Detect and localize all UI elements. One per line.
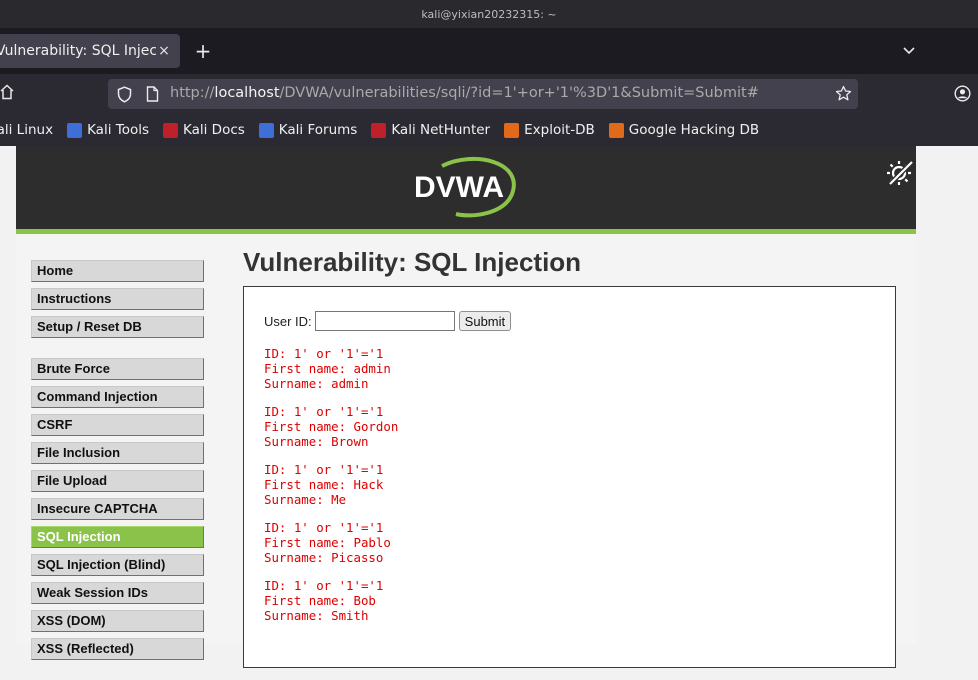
nethunter-icon <box>371 122 387 138</box>
submit-button[interactable]: Submit <box>458 311 512 331</box>
page-title: Vulnerability: SQL Injection <box>243 247 582 277</box>
url-scheme: http:// <box>170 85 215 101</box>
result-id: ID: 1' or '1'='1 <box>264 346 384 361</box>
menu-item-command-injection[interactable]: Command Injection <box>31 386 204 408</box>
result-first-name: First name: Hack <box>264 477 384 492</box>
result-first-name: First name: Pablo <box>264 535 391 550</box>
logo-text: DVWA <box>414 171 504 204</box>
result-record: ID: 1' or '1'='1 First name: Bob Surname: … <box>264 578 398 623</box>
tab-strip: Vulnerability: SQL Injectio × + <box>0 28 978 74</box>
bookmark-kali-tools[interactable]: Kali Tools <box>67 122 149 138</box>
vulnerable-code-area: User ID: Submit ID: 1' or '1'='1 First na… <box>243 286 896 668</box>
result-surname: Surname: Me <box>264 492 347 507</box>
exploit-db-icon <box>504 122 520 138</box>
bookmark-star-icon[interactable] <box>835 85 852 106</box>
kali-docs-icon <box>163 122 178 138</box>
bookmark-exploit-db[interactable]: Exploit-DB <box>504 122 595 138</box>
bookmark-label: Kali NetHunter <box>391 122 491 138</box>
bookmark-label: Kali Linux <box>0 122 54 138</box>
result-id: ID: 1' or '1'='1 <box>264 404 384 419</box>
result-first-name: First name: Bob <box>264 593 376 608</box>
window-title-bar: kali@yixian20232315: ~ <box>0 0 978 28</box>
dvwa-logo: DVWA <box>412 156 524 226</box>
bookmark-label: Kali Forums <box>278 122 358 138</box>
page-right-margin <box>916 146 978 644</box>
list-all-tabs-icon[interactable] <box>898 40 920 62</box>
menu-item-file-inclusion[interactable]: File Inclusion <box>31 442 204 464</box>
ghdb-icon <box>608 122 624 138</box>
kali-tools-icon <box>67 122 83 138</box>
result-first-name: First name: Gordon <box>264 419 399 434</box>
result-surname: Surname: Picasso <box>264 550 384 565</box>
result-surname: Surname: Smith <box>264 608 369 623</box>
url-path: /DVWA/vulnerabilities/sqli/?id=1'+or+'1'… <box>279 85 759 101</box>
main-content: Vulnerability: SQL Injection User ID: Su… <box>243 246 896 668</box>
menu-item-sql-injection-blind[interactable]: SQL Injection (Blind) <box>31 554 204 576</box>
sqli-form: User ID: Submit <box>264 311 512 331</box>
menu-block-general: Home Instructions Setup / Reset DB <box>31 260 204 338</box>
bookmark-label: Kali Docs <box>183 122 245 138</box>
bookmark-ghdb[interactable]: Google Hacking DB <box>608 122 760 138</box>
tab-close-icon[interactable]: × <box>156 43 172 59</box>
main-menu: Home Instructions Setup / Reset DB Brute F… <box>31 260 204 680</box>
url-bar[interactable]: http://localhost/DVWA/vulnerabilities/sq… <box>108 79 858 109</box>
bookmark-nethunter[interactable]: Kali NetHunter <box>371 122 490 138</box>
menu-item-xss-reflected[interactable]: XSS (Reflected) <box>31 638 204 660</box>
result-record: ID: 1' or '1'='1 First name: Hack Surname:… <box>264 462 398 507</box>
url-text[interactable]: http://localhost/DVWA/vulnerabilities/sq… <box>170 85 759 101</box>
menu-item-instructions[interactable]: Instructions <box>31 288 204 310</box>
dvwa-header: DVWA <box>16 146 916 234</box>
result-id: ID: 1' or '1'='1 <box>264 462 384 477</box>
menu-block-vulnerabilities: Brute Force Command Injection CSRF File Inc… <box>31 358 204 660</box>
new-tab-button[interactable]: + <box>192 40 214 62</box>
user-id-input[interactable] <box>314 311 455 331</box>
theme-toggle-icon[interactable] <box>886 158 916 192</box>
url-host: localhost <box>214 85 280 101</box>
user-id-label: User ID: <box>264 313 312 329</box>
navigation-bar: http://localhost/DVWA/vulnerabilities/sq… <box>0 74 978 114</box>
query-results: ID: 1' or '1'='1 First name: admin Surname… <box>264 346 398 636</box>
bookmarks-toolbar: Kali Linux Kali Tools Kali Docs Kali Forums… <box>0 114 978 146</box>
bookmark-kali-forums[interactable]: Kali Forums <box>258 122 358 138</box>
window-title: kali@yixian20232315: ~ <box>421 7 557 21</box>
menu-item-xss-dom[interactable]: XSS (DOM) <box>31 610 204 632</box>
menu-item-brute-force[interactable]: Brute Force <box>31 358 204 380</box>
menu-item-csrf[interactable]: CSRF <box>31 414 204 436</box>
tab-title: Vulnerability: SQL Injectio <box>0 43 156 59</box>
result-record: ID: 1' or '1'='1 First name: Pablo Surname… <box>264 520 398 565</box>
menu-item-weak-session-ids[interactable]: Weak Session IDs <box>31 582 204 604</box>
bookmark-kali[interactable]: Kali Linux <box>0 122 53 138</box>
account-icon[interactable] <box>954 85 971 106</box>
tab-active[interactable]: Vulnerability: SQL Injectio × <box>0 34 180 68</box>
menu-item-setup-reset-db[interactable]: Setup / Reset DB <box>31 316 204 338</box>
menu-item-home[interactable]: Home <box>31 260 204 282</box>
page-viewport: DVWA Home Instructions Setup / Reset DB Br… <box>0 146 978 668</box>
page-info-icon[interactable] <box>146 86 159 106</box>
bookmark-label: Kali Tools <box>87 122 149 138</box>
kali-forums-icon <box>258 122 274 138</box>
bookmark-label: Exploit-DB <box>524 122 595 138</box>
tracking-protection-shield-icon[interactable] <box>117 86 132 107</box>
result-id: ID: 1' or '1'='1 <box>264 578 384 593</box>
bookmark-kali-docs[interactable]: Kali Docs <box>163 122 245 138</box>
result-id: ID: 1' or '1'='1 <box>264 520 384 535</box>
dvwa-body: Home Instructions Setup / Reset DB Brute F… <box>16 234 916 668</box>
home-icon[interactable] <box>0 84 18 104</box>
result-surname: Surname: admin <box>264 376 369 391</box>
result-record: ID: 1' or '1'='1 First name: Gordon Surnam… <box>264 404 398 449</box>
menu-item-file-upload[interactable]: File Upload <box>31 470 204 492</box>
menu-item-insecure-captcha[interactable]: Insecure CAPTCHA <box>31 498 204 520</box>
result-surname: Surname: Brown <box>264 434 369 449</box>
bookmark-label: Google Hacking DB <box>628 122 760 138</box>
menu-item-sql-injection[interactable]: SQL Injection <box>31 526 204 548</box>
result-first-name: First name: admin <box>264 361 391 376</box>
result-record: ID: 1' or '1'='1 First name: admin Surname… <box>264 346 398 391</box>
